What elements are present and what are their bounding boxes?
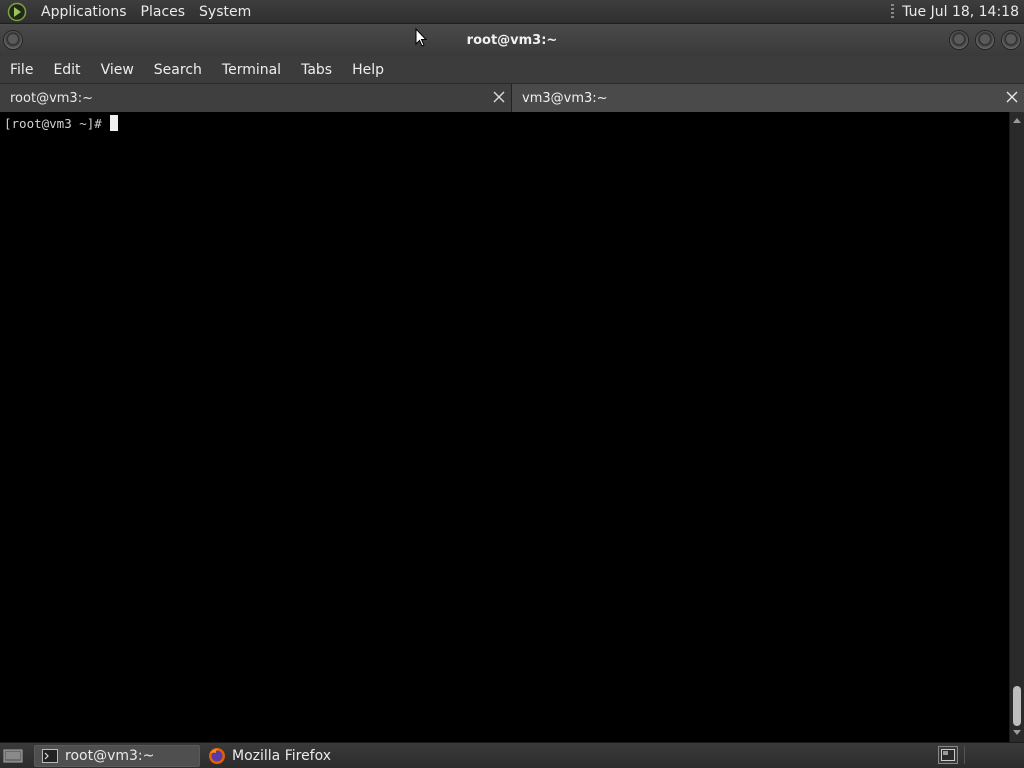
scrollbar-thumb[interactable]: [1013, 686, 1021, 726]
tab-root-vm3[interactable]: root@vm3:~: [0, 84, 512, 112]
tab-bar: root@vm3:~ vm3@vm3:~: [0, 84, 1024, 112]
menu-edit[interactable]: Edit: [43, 56, 90, 84]
close-window-button[interactable]: [1002, 31, 1020, 49]
menu-tabs[interactable]: Tabs: [291, 56, 342, 84]
minimize-button[interactable]: [950, 31, 968, 49]
workspace-2[interactable]: [964, 746, 1000, 764]
close-tab-icon[interactable]: [491, 89, 507, 105]
menu-file[interactable]: File: [0, 56, 43, 84]
bottom-panel: root@vm3:~ Mozilla Firefox: [0, 742, 1024, 768]
close-tab-icon[interactable]: [1004, 89, 1020, 105]
menu-view[interactable]: View: [91, 56, 144, 84]
terminal-icon: [41, 747, 59, 765]
window-titlebar[interactable]: root@vm3:~: [0, 24, 1024, 56]
terminal-area[interactable]: [root@vm3 ~]#: [0, 112, 1009, 742]
top-panel: Applications Places System Tue Jul 18, 1…: [0, 0, 1024, 24]
scroll-up-arrow-icon[interactable]: [1010, 114, 1024, 126]
mouse-pointer-icon: [415, 28, 428, 47]
window-title: root@vm3:~: [466, 32, 558, 48]
window-menu-button[interactable]: [4, 31, 22, 49]
workspace-switcher-icon[interactable]: [938, 746, 958, 764]
system-menu[interactable]: System: [192, 0, 258, 24]
taskbar-item-terminal[interactable]: root@vm3:~: [34, 744, 200, 767]
scroll-down-arrow-icon[interactable]: [1010, 727, 1024, 739]
tab-label: vm3@vm3:~: [522, 90, 608, 106]
shell-prompt: [root@vm3 ~]#: [4, 116, 102, 131]
taskbar-item-label: root@vm3:~: [65, 747, 155, 764]
show-desktop-icon[interactable]: [2, 746, 24, 766]
taskbar-item-label: Mozilla Firefox: [232, 747, 332, 764]
taskbar-item-firefox[interactable]: Mozilla Firefox: [202, 745, 372, 767]
tab-vm3-vm3[interactable]: vm3@vm3:~: [512, 84, 1024, 112]
clock[interactable]: Tue Jul 18, 14:18: [902, 0, 1019, 24]
prompt-line: [root@vm3 ~]#: [4, 115, 118, 131]
menu-help[interactable]: Help: [342, 56, 394, 84]
places-menu[interactable]: Places: [134, 0, 193, 24]
text-cursor: [109, 115, 118, 131]
maximize-button[interactable]: [976, 31, 994, 49]
firefox-icon: [208, 747, 226, 765]
tab-label: root@vm3:~: [10, 90, 93, 106]
distro-logo-icon[interactable]: [6, 2, 28, 22]
panel-drag-handle[interactable]: [891, 3, 895, 20]
menu-terminal[interactable]: Terminal: [212, 56, 291, 84]
applications-menu[interactable]: Applications: [34, 0, 134, 24]
menubar: File Edit View Search Terminal Tabs Help: [0, 56, 1024, 84]
menu-search[interactable]: Search: [144, 56, 212, 84]
terminal-scrollbar[interactable]: [1009, 112, 1024, 742]
